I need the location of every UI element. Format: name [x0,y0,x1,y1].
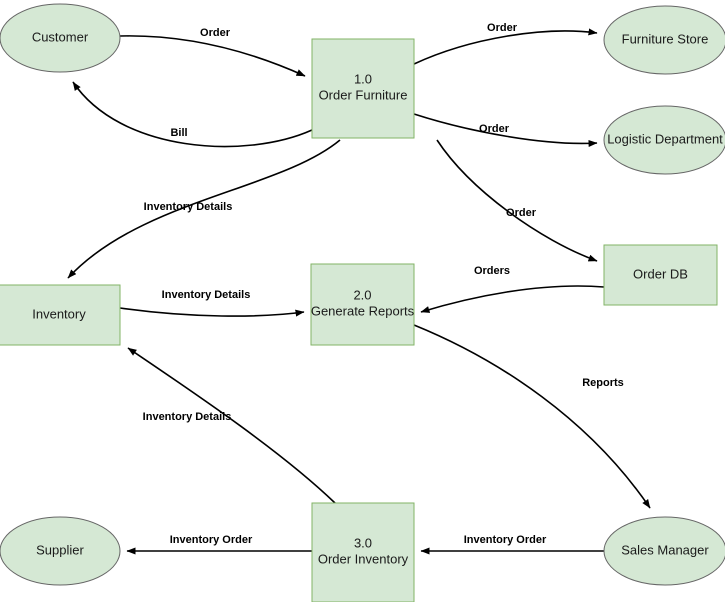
node-label-line1: 1.0 [354,72,372,87]
flow-arrow-order-furniture-to-furniture-store[interactable] [413,28,598,65]
flow-arrow-order-inventory-to-inventory[interactable] [127,347,336,504]
flow-label-order-inventory-to-inventory: Inventory Details [143,411,232,423]
flow-arrow-customer-to-order-furniture[interactable] [119,35,306,77]
node-sales-manager[interactable]: Sales Manager [603,516,725,586]
node-order-inventory[interactable]: 3.0 Order Inventory [311,502,415,602]
node-inventory[interactable]: Inventory [0,284,121,346]
flow-label-order-furniture-to-order-db: Order [506,207,537,219]
flow-label-inventory-to-generate-reports: Inventory Details [162,289,251,301]
flow-label-order-furniture-to-inventory: Inventory Details [144,201,233,213]
flow-label-order-furniture-to-logistic-department: Order [479,123,510,135]
nodes-layer: Customer 1.0 Order Furniture Furniture Stor… [0,3,725,602]
node-order-furniture[interactable]: 1.0 Order Furniture [311,38,415,139]
flow-arrow-generate-reports-to-sales-manager[interactable] [413,324,651,509]
flow-label-order-furniture-to-furniture-store: Order [487,22,518,34]
node-generate-reports[interactable]: 2.0 Generate Reports [310,263,415,346]
flow-label-order-inventory-to-supplier: Inventory Order [170,534,253,546]
node-customer[interactable]: Customer [0,3,121,73]
flow-label-order-furniture-to-customer: Bill [170,127,187,139]
data-flow-diagram: Customer 1.0 Order Furniture Furniture Stor… [0,3,725,602]
node-order-db[interactable]: Order DB [603,244,718,306]
node-supplier[interactable]: Supplier [0,516,121,586]
flow-arrow-order-db-to-generate-reports[interactable] [420,285,605,313]
node-label-line1: 3.0 [354,536,372,551]
node-label-supplier: Supplier [36,542,84,557]
node-label-sales-manager: Sales Manager [621,542,709,557]
node-label-line2: Order Furniture [319,88,408,103]
flow-arrow-order-furniture-to-customer[interactable] [72,81,313,148]
node-label-inventory: Inventory [32,306,86,321]
node-label-line2: Order Inventory [318,552,409,567]
node-label-customer: Customer [32,29,89,44]
flow-label-sales-manager-to-order-inventory: Inventory Order [464,534,547,546]
node-label-order-db: Order DB [633,266,688,281]
flow-label-order-db-to-generate-reports: Orders [474,265,510,277]
node-label-logistic-department: Logistic Department [607,131,723,146]
flow-arrow-order-furniture-to-order-db[interactable] [436,139,598,262]
flow-label-customer-to-order-furniture: Order [200,27,231,39]
node-logistic-department[interactable]: Logistic Department [603,105,725,175]
node-label-furniture-store: Furniture Store [622,31,709,46]
node-label-line1: 2.0 [353,288,371,303]
node-label-line2: Generate Reports [311,304,415,319]
flow-arrow-inventory-to-generate-reports[interactable] [119,307,305,317]
flow-label-generate-reports-to-sales-manager: Reports [582,377,624,389]
node-furniture-store[interactable]: Furniture Store [603,5,725,75]
dfd-canvas: Customer 1.0 Order Furniture Furniture Stor… [0,0,725,602]
